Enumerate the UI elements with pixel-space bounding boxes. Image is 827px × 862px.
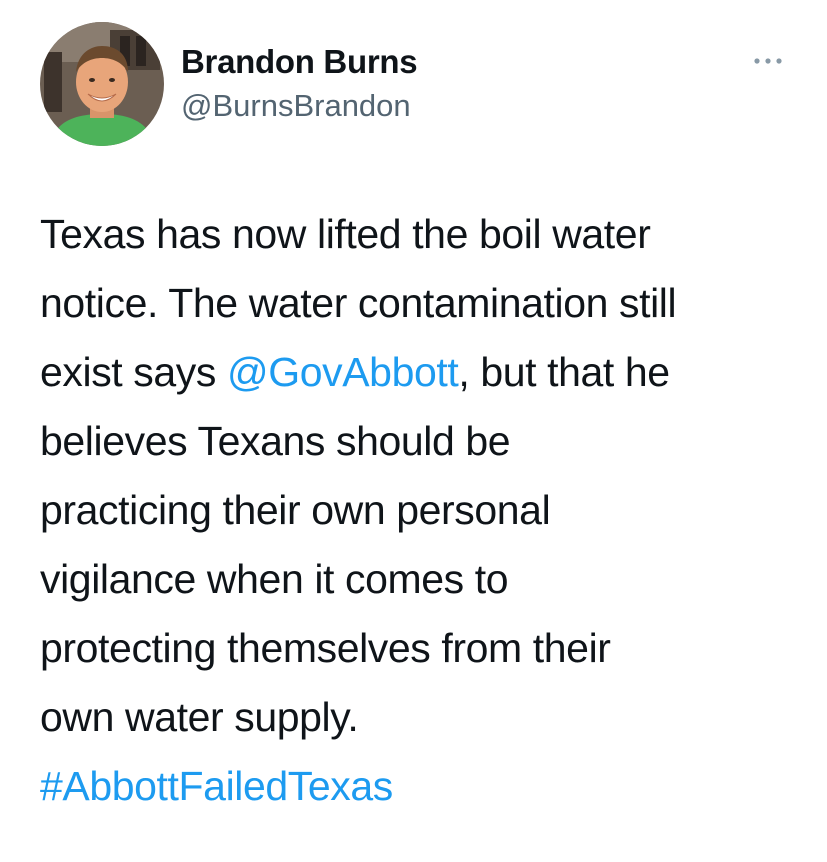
mention-link[interactable]: @GovAbbott: [227, 349, 459, 395]
tweet-line: protecting themselves from their: [40, 625, 611, 671]
avatar-photo-icon: [40, 22, 164, 146]
more-horizontal-icon: [754, 58, 782, 64]
user-handle[interactable]: @BurnsBrandon: [181, 88, 411, 124]
tweet-line: notice. The water contamination still: [40, 280, 677, 326]
avatar[interactable]: [40, 22, 164, 146]
more-options-button[interactable]: [748, 48, 788, 74]
tweet-text-segment: exist says: [40, 349, 227, 395]
tweet-card: Brandon Burns @BurnsBrandon Texas has no…: [0, 0, 827, 862]
tweet-line: own water supply.: [40, 694, 359, 740]
tweet-text: Texas has now lifted the boil water noti…: [40, 200, 810, 821]
tweet-text-segment: , but that he: [458, 349, 670, 395]
display-name[interactable]: Brandon Burns: [181, 43, 418, 81]
tweet-line: vigilance when it comes to: [40, 556, 509, 602]
hashtag-link[interactable]: #AbbottFailedTexas: [40, 752, 810, 821]
tweet-line: Texas has now lifted the boil water: [40, 211, 651, 257]
tweet-line: exist says @GovAbbott, but that he: [40, 338, 810, 407]
tweet-line: practicing their own personal: [40, 487, 551, 533]
tweet-line: believes Texans should be: [40, 418, 511, 464]
